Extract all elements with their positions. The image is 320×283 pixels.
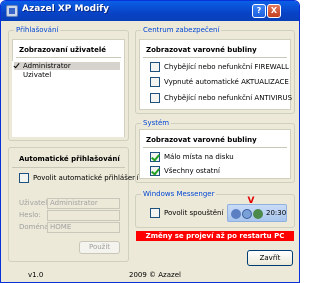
users-heading-divider xyxy=(16,57,121,58)
users-heading: Zobrazovaní uživatelé xyxy=(19,46,107,54)
checkbox-icon[interactable] xyxy=(150,77,160,87)
updates-warning-checkbox[interactable]: Vypnuté automatické AKTUALIZACE xyxy=(150,77,289,87)
system-group-title: Systém xyxy=(141,119,172,128)
login-group: Přihlašování Zobrazovaní uživatelé Admin… xyxy=(8,26,129,141)
restart-notice-banner: Změny se projeví až po restartu PC xyxy=(136,231,294,241)
tray-network-icon xyxy=(242,209,252,219)
messenger-enable-checkbox[interactable]: Povolit spouštění xyxy=(150,208,223,218)
checkbox-icon[interactable] xyxy=(150,62,160,72)
user-field[interactable]: Administrator xyxy=(47,198,120,209)
red-arrow-indicator: V xyxy=(247,196,255,206)
user-name: Uzivatel xyxy=(23,71,52,79)
messenger-group-title: Windows Messenger xyxy=(141,190,217,199)
users-list[interactable]: Administrator Uzivatel xyxy=(12,61,124,137)
system-group: Systém Zobrazovat varovné bubliny Málo m… xyxy=(135,119,295,183)
antivirus-warning-label: Chybějící nebo nefunkční ANTIVIRUS xyxy=(164,94,293,102)
password-field[interactable] xyxy=(47,210,120,221)
system-panel: Zobrazovat varovné bubliny Málo místa na… xyxy=(139,129,291,179)
tray-clock: 20:30 xyxy=(266,209,287,217)
user-list-item-uzivatel[interactable]: Uzivatel xyxy=(14,71,51,79)
updates-warning-label: Vypnuté automatické AKTUALIZACE xyxy=(164,78,289,86)
autologin-group: Automatické přihlašování Povolit automat… xyxy=(8,147,139,262)
title-bar[interactable]: Azazel XP Modify ? X xyxy=(1,1,299,21)
security-center-heading: Zobrazovat varovné bubliny xyxy=(146,46,257,54)
close-window-button[interactable]: X xyxy=(267,4,281,18)
tray-chevron-icon xyxy=(231,209,241,219)
checkmark-icon[interactable] xyxy=(14,63,21,70)
version-text: v1.0 xyxy=(28,271,44,279)
checkbox-icon[interactable] xyxy=(19,173,29,183)
user-field-label: Uživatel: xyxy=(19,199,50,207)
user-list-item-administrator[interactable]: Administrator xyxy=(14,62,120,70)
users-panel: Zobrazovaní uživatelé Administrator Uziv… xyxy=(12,39,125,137)
system-heading: Zobrazovat varovné bubliny xyxy=(146,136,257,144)
checkbox-checked-icon[interactable] xyxy=(150,152,160,162)
firewall-warning-label: Chybějící nebo nefunkční FIREWALL xyxy=(164,63,289,71)
taskbar-tray-preview: V 20:30 xyxy=(227,196,287,222)
other-warnings-checkbox[interactable]: Všechny ostatní xyxy=(150,166,220,176)
security-center-divider xyxy=(143,57,287,58)
low-disk-warning-label: Málo místa na disku xyxy=(164,153,234,161)
help-button[interactable]: ? xyxy=(252,4,266,18)
other-warnings-label: Všechny ostatní xyxy=(164,167,220,175)
autologin-heading-divider xyxy=(12,167,125,168)
close-button[interactable]: Zavřít xyxy=(247,250,293,266)
messenger-buddy-icon xyxy=(253,209,263,219)
checkbox-checked-icon[interactable] xyxy=(150,166,160,176)
autologin-enable-label: Povolit automatické přihlášení xyxy=(33,174,139,182)
password-field-label: Heslo: xyxy=(19,211,41,219)
autologin-heading: Automatické přihlašování xyxy=(19,155,120,163)
window-title: Azazel XP Modify xyxy=(22,4,109,14)
security-center-group: Centrum zabezpečení Zobrazovat varovné b… xyxy=(135,26,295,114)
low-disk-warning-checkbox[interactable]: Málo místa na disku xyxy=(150,152,234,162)
security-center-title: Centrum zabezpečení xyxy=(141,26,222,35)
checkbox-icon[interactable] xyxy=(150,93,160,103)
system-divider xyxy=(143,147,287,148)
messenger-enable-label: Povolit spouštění xyxy=(164,209,224,217)
domain-field[interactable]: HOME xyxy=(47,222,120,233)
firewall-warning-checkbox[interactable]: Chybějící nebo nefunkční FIREWALL xyxy=(150,62,289,72)
messenger-group: Windows Messenger Povolit spouštění V 20… xyxy=(135,190,295,228)
security-center-panel: Zobrazovat varovné bubliny Chybějící neb… xyxy=(139,39,292,110)
app-icon xyxy=(6,5,18,17)
autologin-enable-checkbox[interactable]: Povolit automatické přihlášení xyxy=(19,173,139,183)
copyright-text: 2009 © Azazel xyxy=(129,271,181,279)
login-group-title: Přihlašování xyxy=(14,26,61,35)
checkbox-icon[interactable] xyxy=(150,208,160,218)
unchecked-icon[interactable] xyxy=(14,72,21,79)
antivirus-warning-checkbox[interactable]: Chybějící nebo nefunkční ANTIVIRUS xyxy=(150,93,292,103)
user-name: Administrator xyxy=(23,62,71,70)
apply-button[interactable]: Použít xyxy=(79,241,120,254)
app-window: Azazel XP Modify ? X Přihlašování Zobraz… xyxy=(0,0,300,283)
